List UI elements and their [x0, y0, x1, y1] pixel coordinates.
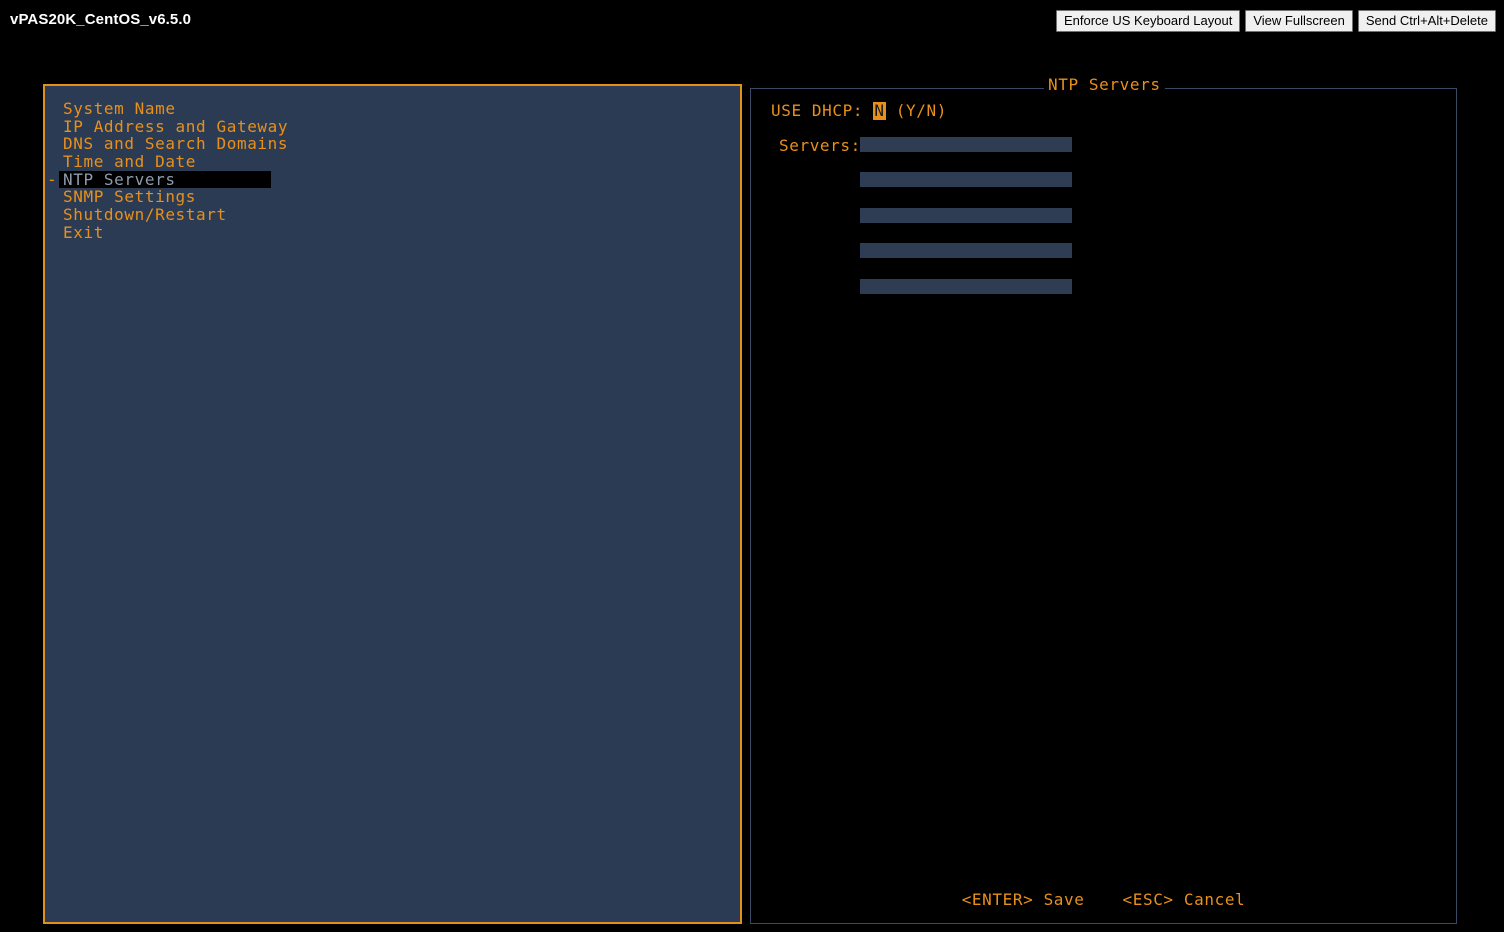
- save-action[interactable]: <ENTER> Save: [962, 890, 1085, 909]
- server-input-3[interactable]: [860, 207, 1072, 223]
- menu-item-label: Shutdown/Restart: [63, 205, 227, 225]
- menu-item-label: SNMP Settings: [63, 187, 197, 207]
- menu-item-system-name[interactable]: System Name: [59, 100, 271, 118]
- menu-item-label: Exit: [63, 222, 104, 242]
- use-dhcp-field-row: USE DHCP: N (Y/N): [771, 102, 947, 120]
- menu-item-snmp-settings[interactable]: SNMP Settings: [59, 188, 271, 206]
- server-input-5[interactable]: [860, 278, 1072, 294]
- selection-cursor-icon: -: [47, 169, 58, 189]
- console-toolbar: vPAS20K_CentOS_v6.5.0 Enforce US Keyboar…: [0, 0, 1504, 40]
- menu-item-ip-address-and-gateway[interactable]: IP Address and Gateway: [59, 117, 288, 136]
- menu-item-exit[interactable]: Exit: [59, 222, 271, 242]
- view-fullscreen-button[interactable]: View Fullscreen: [1245, 10, 1353, 32]
- main-menu-panel: System Name IP Address and Gateway DNS a…: [43, 84, 742, 924]
- menu-item-label: DNS and Search Domains: [63, 134, 289, 154]
- menu-item-time-and-date[interactable]: Time and Date: [59, 153, 271, 171]
- enforce-us-keyboard-layout-button[interactable]: Enforce US Keyboard Layout: [1055, 10, 1241, 32]
- menu-item-ntp-servers[interactable]: - NTP Servers: [47, 169, 271, 189]
- console-title: vPAS20K_CentOS_v6.5.0: [10, 11, 192, 28]
- server-input-4[interactable]: [860, 243, 1072, 259]
- menu-item-label: NTP Servers: [63, 169, 176, 189]
- servers-input-group: [860, 137, 1072, 314]
- cancel-action[interactable]: <ESC> Cancel: [1123, 890, 1246, 909]
- server-input-2[interactable]: [860, 172, 1072, 188]
- use-dhcp-input[interactable]: N: [873, 102, 886, 120]
- servers-label: Servers:: [779, 136, 861, 155]
- send-ctrl-alt-delete-button[interactable]: Send Ctrl+Alt+Delete: [1357, 10, 1496, 32]
- ntp-servers-form-panel: NTP Servers USE DHCP: N (Y/N) Servers: <…: [750, 77, 1457, 924]
- use-dhcp-hint: (Y/N): [895, 101, 947, 120]
- menu-item-label: System Name: [63, 99, 176, 118]
- panel-title: NTP Servers: [1044, 77, 1165, 93]
- main-menu-list: System Name IP Address and Gateway DNS a…: [47, 100, 740, 242]
- menu-item-dns-and-search-domains[interactable]: DNS and Search Domains: [59, 135, 288, 153]
- panel-action-bar: <ENTER> Save <ESC> Cancel: [751, 890, 1456, 909]
- menu-item-label: Time and Date: [63, 152, 197, 172]
- server-input-1[interactable]: [860, 137, 1072, 152]
- menu-item-label: IP Address and Gateway: [63, 116, 289, 136]
- use-dhcp-label: USE DHCP:: [771, 101, 864, 120]
- toolbar-button-group: Enforce US Keyboard Layout View Fullscre…: [1055, 10, 1496, 32]
- menu-item-shutdown-restart[interactable]: Shutdown/Restart: [59, 206, 271, 224]
